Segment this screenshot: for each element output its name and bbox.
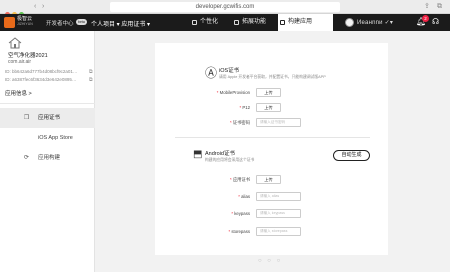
keypass-label: * keypass	[231, 211, 250, 216]
copy-icon[interactable]: ⧉	[89, 69, 93, 75]
brand-logo-icon[interactable]	[4, 17, 15, 28]
android-section-title: Android证书	[205, 151, 235, 157]
copy-icon[interactable]: ⧉	[89, 77, 93, 83]
brand-subname: JIZHIYUN	[17, 22, 33, 26]
ios-section-desc: 请用 Apple 开发者平台获取，并配置证书，只能构建调试版APP	[219, 75, 326, 79]
home-app-icon	[8, 37, 22, 49]
app-header: 极智云 JIZHIYUN 开发者中心 beta 个人项目 ▾ 应用证书 ▾ 个性…	[0, 14, 450, 31]
p12-upload-button[interactable]: 上传	[256, 103, 281, 112]
notification-count-badge: 2	[422, 15, 429, 22]
url-bar[interactable]: developer.gcwifis.com	[110, 2, 340, 12]
sidebar-item-label: iOS App Store	[38, 135, 73, 141]
tab-build-app[interactable]: 构建应用	[278, 14, 333, 31]
sidebar-item-ios-app-store[interactable]: iOS App Store	[0, 128, 95, 148]
sidebar-item-label: 应用证书	[38, 115, 61, 121]
sidebar-item-certificate[interactable]: ❒ 应用证书	[0, 108, 95, 128]
alias-label: * alias	[238, 194, 250, 199]
tab-label: 个性化	[200, 19, 219, 25]
back-icon[interactable]: ‹	[34, 2, 36, 12]
id-value: bb642a6d777b4d08bcf9c2a01…	[12, 69, 78, 74]
tab-label: 拓展功能	[242, 19, 267, 25]
palette-icon	[192, 20, 197, 25]
share-icon[interactable]: ⇪	[424, 2, 430, 12]
username[interactable]: Иeaнnnи ✓▾	[357, 19, 393, 26]
puzzle-icon	[234, 20, 239, 25]
app-name: 空气净化器2021	[8, 53, 48, 59]
id-value: a6387fec6f3634d3e642e0895…	[12, 77, 77, 82]
tabs-icon[interactable]: ⧉	[437, 2, 442, 12]
section-divider	[175, 137, 370, 138]
id-label: ID:	[5, 69, 11, 74]
app-cert-label: * 应用证书	[229, 177, 250, 182]
beta-badge: beta	[76, 19, 87, 25]
avatar[interactable]	[345, 18, 354, 27]
browser-toolbar: ‹ › developer.gcwifis.com ⇪ ⧉	[0, 0, 450, 17]
headset-icon[interactable]: ☊	[432, 17, 439, 27]
sidebar: 空气净化器2021 com.air.air ID: bb642a6d777b4d…	[0, 31, 95, 272]
certificate-icon: ❒	[24, 115, 30, 121]
certificate-card: Ⓐ iOS证书 请用 Apple 开发者平台获取，并配置证书，只能构建调试版AP…	[155, 43, 388, 255]
cert-password-label: * 证书密码	[229, 120, 250, 125]
app-cert-upload-button[interactable]: 上传	[256, 175, 281, 184]
app-id-row: ID: bb642a6d777b4d08bcf9c2a01… ⧉	[5, 69, 93, 75]
tab-label: 构建应用	[288, 19, 313, 25]
dev-center-label[interactable]: 开发者中心	[46, 19, 74, 27]
breadcrumb[interactable]: 个人项目 ▾ 应用证书 ▾	[91, 19, 150, 28]
build-icon: ⟳	[24, 155, 30, 161]
auto-generate-button[interactable]: 自动生成	[333, 150, 370, 161]
tab-extensions[interactable]: 拓展功能	[232, 14, 277, 31]
keypass-input[interactable]: 请输入 keypass	[256, 209, 301, 218]
android-icon: ⬒	[193, 149, 203, 160]
sidebar-item-label: 应用构建	[38, 155, 61, 161]
mobileprovision-label: * MobileProvision	[216, 90, 250, 95]
page-indicator[interactable]: ○ ○ ○	[258, 258, 282, 264]
alias-input[interactable]: 请输入 alias	[256, 192, 301, 201]
ios-section-title: iOS证书	[219, 68, 240, 74]
cert-password-input[interactable]: 请输入证书密码	[256, 118, 301, 127]
id-label: ID:	[5, 77, 11, 82]
storepass-input[interactable]: 请输入 storepass	[256, 227, 301, 236]
forward-icon[interactable]: ›	[42, 2, 44, 12]
p12-label: * P12	[239, 105, 250, 110]
app-key-row: ID: a6387fec6f3634d3e642e0895… ⧉	[5, 77, 93, 83]
app-info-link[interactable]: 应用信息 >	[5, 89, 32, 97]
android-section-desc: 构建的应用将会采用这个证书	[205, 158, 255, 162]
build-icon	[280, 20, 285, 25]
app-store-icon: Ⓐ	[205, 66, 218, 80]
sidebar-item-app-build[interactable]: ⟳ 应用构建	[0, 148, 95, 168]
app-package: com.air.air	[8, 59, 32, 65]
mobileprovision-upload-button[interactable]: 上传	[256, 88, 281, 97]
storepass-label: * storepass	[228, 229, 250, 234]
divider	[0, 103, 95, 104]
